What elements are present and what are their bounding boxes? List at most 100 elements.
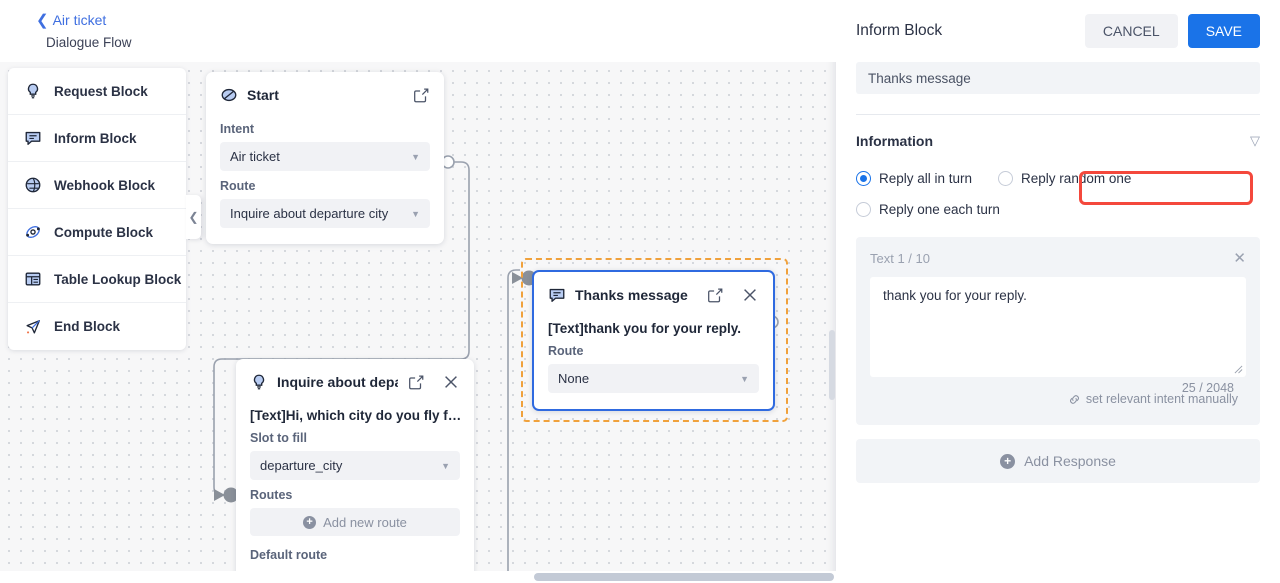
palette-label: End Block [54,319,121,334]
palette-label: Table Lookup Block [54,271,182,287]
radio-indicator [998,171,1014,186]
canvas-horizontal-scrollbar-thumb[interactable] [534,573,834,581]
node-inquire-text: [Text]Hi, which city do you fly f… [250,408,460,423]
default-route-label: Default route [250,548,328,562]
cancel-button[interactable]: CANCEL [1084,14,1178,48]
radio-indicator [856,171,871,186]
chevron-left-icon: ❮ [36,11,49,29]
block-name-value: Thanks message [868,70,971,86]
start-icon [221,88,237,102]
response-card-footer: 25 / 2048 set relevant intent manually [870,381,1246,411]
chevron-down-icon[interactable]: ▽ [1250,133,1260,149]
table-icon [25,272,41,286]
node-inquire-title: Inquire about depa… [277,374,398,390]
information-section-header[interactable]: Information ▽ [856,133,1260,149]
block-palette: Request Block Inform Block Webhook Block [8,68,186,350]
node-thanks-text: [Text]thank you for your reply. [548,321,742,336]
radio-reply-random-one[interactable]: Reply random one [998,171,1131,186]
route-select-value: None [558,371,590,386]
add-new-route-button[interactable]: + Add new route [250,508,460,536]
node-thanks-title: Thanks message [575,287,688,303]
radio-indicator [856,202,871,217]
block-name-input[interactable]: Thanks message [856,62,1260,94]
route-select[interactable]: Inquire about departure city ▼ [220,199,430,228]
response-index-label: Text 1 / 10 [870,250,930,266]
reply-mode-radio-group-row-1: Reply all in turn Reply random one [856,171,1260,186]
route-label: Route [220,179,256,193]
chevron-left-icon: ❮ [188,210,199,224]
response-textarea-wrapper [870,277,1246,377]
edit-square-icon[interactable] [412,86,430,104]
atom-icon [26,225,40,239]
top-bar: ❮ Air ticket Dialogue Flow [0,0,836,62]
set-relevant-intent-label: set relevant intent manually [1085,392,1238,406]
close-icon[interactable] [741,286,759,304]
add-response-button[interactable]: + Add Response [856,439,1260,483]
lightbulb-icon [27,83,39,99]
link-chain-icon [1069,394,1079,404]
palette-collapse-handle[interactable]: ❮ [186,195,201,239]
close-icon[interactable]: ✕ [1233,249,1246,267]
chevron-down-icon: ▼ [411,208,420,219]
panel-title: Inform Block [856,22,943,39]
chevron-down-icon: ▼ [441,460,450,471]
page-title: Dialogue Flow [46,35,132,50]
radio-label: Reply all in turn [879,171,973,186]
save-button[interactable]: SAVE [1187,14,1260,48]
node-thanks-message[interactable]: Thanks message [Text]thank you for your … [532,270,775,411]
node-start-body: Intent Air ticket ▼ Route Inquire about … [206,104,444,244]
slot-to-fill-label: Slot to fill [250,431,307,445]
back-link-label: Air ticket [52,12,107,28]
slot-to-fill-select[interactable]: departure_city ▼ [250,451,460,480]
intent-label: Intent [220,122,255,136]
lightbulb-icon [253,374,265,390]
response-textarea[interactable] [870,277,1246,377]
radio-reply-one-each-turn[interactable]: Reply one each turn [856,202,1000,217]
palette-item-request-block[interactable]: Request Block [8,68,186,115]
palette-item-inform-block[interactable]: Inform Block [8,115,186,162]
palette-item-table-lookup-block[interactable]: Table Lookup Block [8,256,186,303]
palette-label: Inform Block [54,130,137,146]
canvas-vertical-scrollbar[interactable] [829,330,835,400]
routes-label: Routes [250,488,293,502]
chevron-down-icon: ▼ [411,151,420,162]
node-start-title: Start [247,87,279,103]
response-card: Text 1 / 10 ✕ 25 / 2048 [856,237,1260,425]
plus-icon: + [303,515,317,529]
node-inquire-body: [Text]Hi, which city do you fly f… Slot … [236,391,474,583]
radio-label: Reply random one [1021,171,1132,186]
palette-item-webhook-block[interactable]: Webhook Block [8,162,186,209]
palette-label: Webhook Block [54,177,156,193]
edit-square-icon[interactable] [407,373,425,391]
information-section-title: Information [856,133,933,149]
set-relevant-intent-link[interactable]: set relevant intent manually [1068,392,1238,406]
palette-item-end-block[interactable]: End Block [8,303,186,350]
canvas-horizontal-scrollbar-track[interactable] [0,571,836,583]
close-icon[interactable] [442,373,460,391]
route-select[interactable]: None ▼ [548,364,759,393]
intent-select-value: Air ticket [230,149,280,164]
radio-label: Reply one each turn [879,202,1000,217]
plus-icon: + [1000,453,1016,469]
back-to-air-ticket-link[interactable]: ❮ Air ticket [36,12,106,28]
node-inquire-header: Inquire about depa… [236,359,474,391]
add-response-label: Add Response [1024,453,1116,469]
chevron-down-icon: ▼ [740,373,749,384]
response-card-header: Text 1 / 10 ✕ [870,249,1246,267]
palette-item-compute-block[interactable]: Compute Block [8,209,186,256]
panel-header: Inform Block CANCEL SAVE [836,0,1280,62]
node-start[interactable]: Start Intent Air ticket ▼ Route Inquire … [206,72,444,244]
radio-reply-all-in-turn[interactable]: Reply all in turn [856,171,972,186]
palette-label: Compute Block [54,224,154,240]
panel-body: Thanks message Information ▽ Reply all i… [836,62,1280,483]
node-inquire-departure[interactable]: Inquire about depa… [Text]Hi, which city… [236,359,474,583]
speech-bubble-icon [25,131,41,145]
inform-block-panel: Inform Block CANCEL SAVE Thanks message … [836,0,1280,583]
slot-to-fill-value: departure_city [260,458,343,473]
globe-arrows-icon [25,177,41,193]
reply-mode-radio-group-row-2: Reply one each turn [856,202,1260,217]
route-select-value: Inquire about departure city [230,206,389,221]
divider [856,114,1260,115]
edit-square-icon[interactable] [706,286,724,304]
intent-select[interactable]: Air ticket ▼ [220,142,430,171]
